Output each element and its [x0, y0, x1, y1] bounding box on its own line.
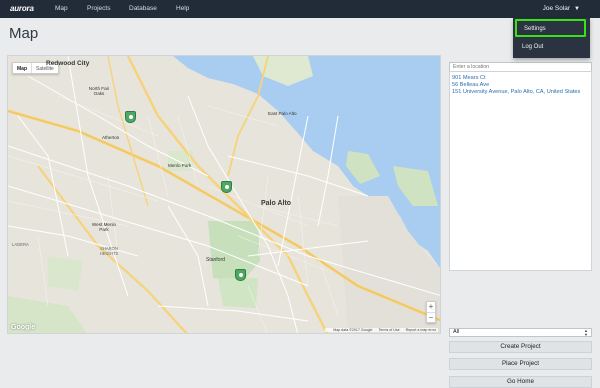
address-item[interactable]: 151 University Avenue, Palo Alto, CA, Un…: [452, 89, 589, 96]
user-menu[interactable]: Joe Solar ▼: [543, 5, 580, 12]
user-dropdown-menu: Settings Log Out: [513, 18, 590, 58]
address-item[interactable]: 901 Mears Ct: [452, 75, 589, 82]
project-marker[interactable]: [221, 181, 232, 193]
map-label-north-fair-oaks: North Fair Oaks: [88, 86, 110, 96]
nav-projects[interactable]: Projects: [87, 5, 110, 12]
project-marker[interactable]: [125, 111, 136, 123]
map-label-sharon-heights: SHARON HEIGHTS: [99, 246, 119, 256]
map-label-ladera: LADERA: [12, 242, 29, 247]
user-name: Joe Solar: [542, 5, 571, 12]
zoom-control: + −: [426, 301, 436, 323]
map-label-palo-alto: Palo Alto: [261, 200, 292, 207]
page-title: Map: [9, 25, 39, 42]
map-label-east-palo-alto: East Palo Alto: [268, 111, 297, 116]
top-navbar: aurora Map Projects Database Help Joe So…: [0, 0, 600, 18]
address-item[interactable]: 56 Belleau Ave: [452, 82, 589, 89]
map-data-text: Map data ©2017 Google: [333, 328, 373, 332]
project-marker[interactable]: [235, 269, 246, 281]
google-logo: Google: [11, 324, 36, 331]
chevron-down-icon: ▼: [574, 6, 580, 12]
map-canvas: [8, 56, 440, 333]
aurora-logo[interactable]: aurora: [10, 4, 34, 13]
select-arrows-icon: ▲ ▼: [584, 328, 588, 337]
map-label-stanford: Stanford: [206, 257, 225, 263]
map-label-west-menlo-park: West Menlo Park: [91, 222, 117, 232]
map-label-menlo-park: Menlo Park: [168, 163, 192, 168]
project-filter-value: All: [453, 329, 460, 335]
settings-menu-item[interactable]: Settings: [515, 19, 586, 37]
nav-database[interactable]: Database: [129, 5, 157, 12]
report-error-link[interactable]: Report a map error: [406, 328, 436, 332]
zoom-out-button[interactable]: −: [427, 312, 435, 322]
log-out-menu-item[interactable]: Log Out: [515, 39, 586, 57]
map-view[interactable]: Map Satellite Redwood City North Fair Oa…: [7, 55, 441, 334]
map-attribution: Map data ©2017 Google Terms of Use Report …: [325, 328, 438, 332]
create-project-button[interactable]: Create Project: [449, 341, 592, 353]
zoom-in-button[interactable]: +: [427, 302, 435, 312]
nav-map[interactable]: Map: [55, 5, 68, 12]
map-label-redwood-city: Redwood City: [46, 60, 90, 67]
project-filter-select[interactable]: All ▲ ▼: [449, 328, 592, 337]
address-list: 901 Mears Ct 56 Belleau Ave 151 Universi…: [449, 71, 592, 271]
place-project-button[interactable]: Place Project: [449, 358, 592, 370]
map-type-map-button[interactable]: Map: [13, 63, 31, 73]
nav-help[interactable]: Help: [176, 5, 189, 12]
map-label-atherton: Atherton: [102, 135, 120, 140]
terms-of-use-link[interactable]: Terms of Use: [378, 328, 399, 332]
go-home-button[interactable]: Go Home: [449, 376, 592, 388]
